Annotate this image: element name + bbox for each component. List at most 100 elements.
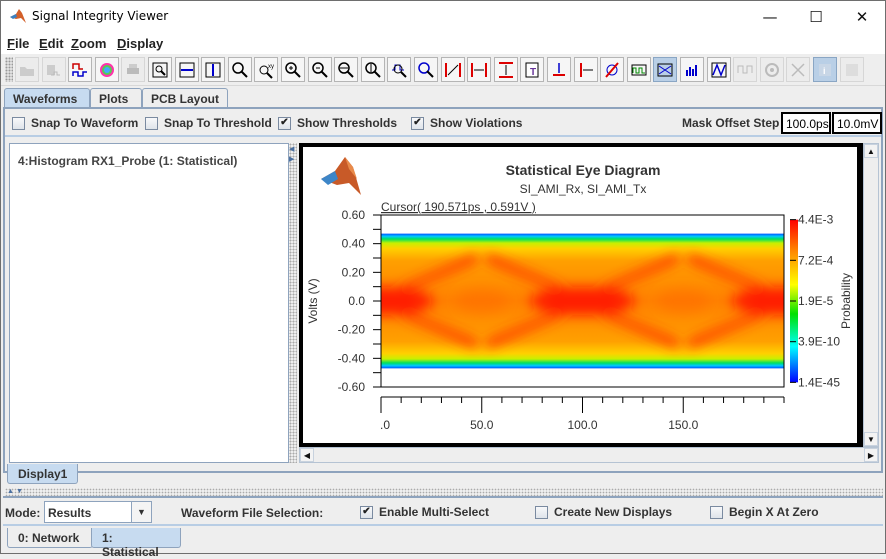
mask-offset-time-input[interactable]: 100.0ps [781, 112, 831, 134]
checkmark-icon[interactable]: ✔ [411, 116, 424, 130]
menu-file[interactable]: File [7, 36, 29, 51]
toolbar-button-x-marker[interactable] [573, 57, 598, 82]
horizontal-splitter[interactable]: ▲ ▼ [5, 488, 883, 496]
toolbar-button-zoom-in[interactable] [281, 57, 305, 82]
toolbar-button-measure-horizontal[interactable] [467, 57, 492, 82]
toolbar-button-eye-diagram[interactable] [653, 57, 678, 82]
scroll-down-icon[interactable]: ▼ [864, 432, 878, 446]
toolbar-grip[interactable] [5, 57, 13, 82]
measure-vertical-icon [498, 61, 513, 78]
toolbar-button-zoom-undo[interactable] [414, 57, 438, 82]
toolbar-button-info[interactable]: i [813, 57, 837, 82]
tab-pcb-layout[interactable]: PCB Layout [142, 88, 228, 108]
horizontal-scrollbar[interactable]: ◀ ▶ [299, 447, 879, 463]
enable-multi-select-checkbox[interactable]: ✔ Enable Multi-Select [360, 505, 489, 519]
svg-text:i: i [823, 66, 826, 76]
toolbar-button-zoom-horizontal-box[interactable] [174, 57, 199, 82]
toolbar-button-histogram[interactable] [680, 57, 704, 82]
histogram-icon [686, 64, 697, 76]
mode-dropdown[interactable]: Results ▼ [44, 501, 152, 523]
y-tick-label: -0.20 [338, 323, 366, 337]
toolbar-button-zoom[interactable] [227, 57, 252, 82]
tab-waveforms[interactable]: Waveforms [4, 88, 90, 108]
checkbox-box[interactable] [12, 116, 25, 130]
heatmap[interactable] [303, 215, 857, 387]
toolbar-button-waveform-select[interactable] [68, 57, 93, 82]
colorbar-tick-label: 7.2E-4 [798, 253, 834, 267]
color-wheel-icon [99, 62, 114, 77]
toolbar-button-text-annotation[interactable]: T [520, 57, 545, 82]
toolbar-button-delete[interactable] [786, 57, 811, 82]
toolbar-button-digital-waveform[interactable] [626, 57, 651, 82]
toolbar-button-pulse-train[interactable] [733, 57, 758, 82]
toolbar-button-measure-delta[interactable] [440, 57, 465, 82]
toolbar-button-zoom-box[interactable] [148, 57, 172, 82]
tab-network[interactable]: 0: Network [7, 528, 93, 548]
menu-display[interactable]: Display [117, 36, 163, 51]
toolbar-button-export-waveform[interactable] [41, 57, 66, 82]
eye-diagram-chart[interactable]: Statistical Eye Diagram SI_AMI_Rx, SI_AM… [303, 147, 857, 460]
target-icon [764, 62, 779, 77]
create-new-displays-checkbox[interactable]: Create New Displays [535, 505, 672, 519]
toolbar-button-target[interactable] [759, 57, 784, 82]
toolbar-button-threshold-marker[interactable] [547, 57, 571, 82]
show-thresholds-checkbox[interactable]: ✔ Show Thresholds [278, 116, 397, 130]
expand-down-icon[interactable]: ▼ [16, 488, 23, 496]
toolbar-button-analog-waveform[interactable] [706, 57, 731, 82]
vertical-splitter[interactable]: ◀ ▶ [289, 143, 297, 463]
tab-statistical[interactable]: 1: Statistical [91, 528, 181, 559]
checkbox-box[interactable] [145, 116, 158, 130]
toolbar-button-pattern[interactable] [839, 57, 864, 82]
vertical-scrollbar[interactable]: ▲ ▼ [863, 143, 879, 447]
checkbox-box[interactable] [535, 505, 548, 519]
toolbar-button-zoom-waveform[interactable] [387, 57, 412, 82]
chevron-down-icon[interactable]: ▼ [131, 502, 151, 522]
zoom-out-icon [311, 61, 328, 78]
collapse-left-icon[interactable]: ◀ [289, 145, 294, 153]
begin-x-at-zero-checkbox[interactable]: Begin X At Zero [710, 505, 819, 519]
app-window: Signal Integrity Viewer — ☐ ✕ File Edit … [0, 0, 886, 559]
snap-to-waveform-checkbox[interactable]: Snap To Waveform [12, 116, 138, 130]
toolbar-button-zoom-fit-vertical[interactable] [360, 57, 385, 82]
y-tick-label: 0.20 [342, 265, 366, 279]
collapse-up-icon[interactable]: ▲ [7, 488, 14, 496]
checkbox-box[interactable] [710, 505, 723, 519]
checkbox-label: Create New Displays [554, 505, 673, 519]
close-button[interactable]: ✕ [839, 1, 885, 32]
maximize-button[interactable]: ☐ [793, 1, 839, 32]
scroll-up-icon[interactable]: ▲ [864, 144, 878, 158]
waveform-file-selection-label: Waveform File Selection: [181, 506, 324, 520]
toolbar-button-zoom-xy[interactable]: xy [254, 57, 279, 82]
toolbar-button-zoom-vertical-box[interactable] [201, 57, 226, 82]
toolbar-button-zoom-fit-horizontal[interactable] [334, 57, 359, 82]
minimize-button[interactable]: — [747, 1, 793, 32]
scroll-right-icon[interactable]: ▶ [864, 448, 878, 462]
plot-frame: Statistical Eye Diagram SI_AMI_Rx, SI_AM… [299, 143, 863, 460]
waveform-list-item[interactable]: 4:Histogram RX1_Probe (1: Statistical) [18, 154, 237, 168]
menu-zoom[interactable]: Zoom [71, 36, 106, 51]
matlab-logo-icon [10, 9, 26, 23]
toolbar: xy Ti [1, 54, 885, 86]
menu-display-label: isplay [126, 36, 164, 51]
mask-offset-voltage-input[interactable]: 10.0mV [832, 112, 882, 134]
checkmark-icon[interactable]: ✔ [360, 505, 373, 519]
tab-display1[interactable]: Display1 [7, 464, 79, 484]
show-violations-checkbox[interactable]: ✔ Show Violations [411, 116, 522, 130]
scroll-left-icon[interactable]: ◀ [300, 448, 314, 462]
toolbar-button-color-wheel[interactable] [94, 57, 119, 82]
y-axis-label: Volts (V) [306, 278, 320, 323]
colorbar-tick-label: 1.9E-5 [798, 294, 834, 308]
expand-right-icon[interactable]: ▶ [289, 155, 294, 163]
tab-plots[interactable]: Plots [90, 88, 142, 108]
toolbar-button-measure-vertical[interactable] [493, 57, 518, 82]
toolbar-button-open[interactable] [15, 57, 39, 82]
colorbar-tick-label: 3.9E-10 [798, 335, 840, 349]
snap-to-threshold-checkbox[interactable]: Snap To Threshold [145, 116, 272, 130]
colorbar-label: Probability [839, 273, 853, 329]
menu-edit[interactable]: Edit [39, 36, 64, 51]
toolbar-button-zoom-out[interactable] [307, 57, 332, 82]
toolbar-button-invert[interactable] [600, 57, 625, 82]
pulse-train-icon [737, 65, 753, 73]
checkmark-icon[interactable]: ✔ [278, 116, 291, 130]
toolbar-button-print[interactable] [121, 57, 146, 82]
